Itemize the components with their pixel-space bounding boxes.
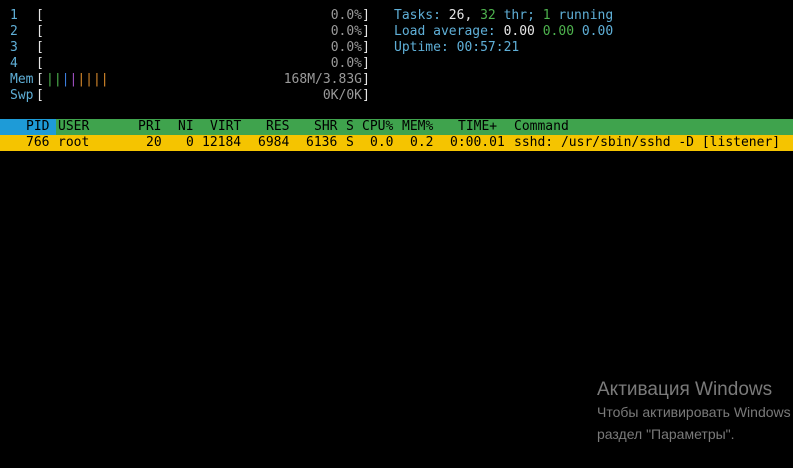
cpu-label: 1 xyxy=(10,8,18,23)
meter-open-bracket: [ xyxy=(36,40,44,55)
meter-close-bracket: ] xyxy=(362,72,370,87)
cell-command: sshd: /usr/sbin/sshd -D [listener] xyxy=(514,135,781,150)
meter-close-bracket: ] xyxy=(362,56,370,71)
cell-shr: 6136 xyxy=(306,135,338,150)
meter-open-bracket: [ xyxy=(36,88,44,103)
cpu-value: 0.0% xyxy=(330,8,362,23)
column-res[interactable]: RES xyxy=(266,119,289,135)
cpu-label: 2 xyxy=(10,24,18,39)
cell-time: 0:00.01 xyxy=(450,135,505,150)
activation-watermark-title: Активация Windows xyxy=(597,379,773,400)
mem-value: 168M/3.83G xyxy=(283,72,362,87)
cell-pid: 766 xyxy=(26,135,50,150)
column-command[interactable]: Command xyxy=(514,119,569,135)
mem-usage-bars: |||||||| xyxy=(46,72,109,87)
column-mem[interactable]: MEM% xyxy=(402,119,433,135)
activation-watermark-line1: Чтобы активировать Windows xyxy=(597,404,791,420)
column-pid[interactable]: PID xyxy=(26,119,49,135)
cpu-meter-3: 3 [ 0.0% ] xyxy=(10,40,370,56)
meter-open-bracket: [ xyxy=(36,56,44,71)
cpu-value: 0.0% xyxy=(330,56,362,71)
htop-terminal: 1 [ 0.0% ] 2 [ 0.0% ] 3 [ 0.0% ] 4 [ 0.0… xyxy=(0,0,793,468)
load-label: Load average: xyxy=(394,24,496,39)
running-label: running xyxy=(558,8,614,23)
activation-watermark-line2: раздел "Параметры". xyxy=(597,426,735,442)
cell-cpu: 0.0 xyxy=(370,135,394,150)
mem-label: Mem xyxy=(10,72,34,87)
load-5min: 0.00 xyxy=(542,24,575,39)
meter-close-bracket: ] xyxy=(362,40,370,55)
cell-ni: 0 xyxy=(186,135,194,150)
column-virt[interactable]: VIRT xyxy=(210,119,241,135)
meter-open-bracket: [ xyxy=(36,8,44,23)
cell-pri: 20 xyxy=(146,135,162,150)
column-pri[interactable]: PRI xyxy=(138,119,161,135)
threads-count: 32 xyxy=(480,8,496,23)
uptime: Uptime: 00:57:21 xyxy=(394,40,519,56)
cpu-meter-4: 4 [ 0.0% ] xyxy=(10,56,370,72)
cpu-value: 0.0% xyxy=(330,24,362,39)
load-average: Load average: 0.00 0.00 0.00 xyxy=(394,24,613,40)
tasks-label: Tasks: xyxy=(394,8,441,23)
threads-label: thr; xyxy=(503,8,535,23)
column-time[interactable]: TIME+ xyxy=(458,119,497,135)
tasks-count: 26, xyxy=(448,8,473,23)
meter-open-bracket: [ xyxy=(36,72,44,87)
column-user[interactable]: USER xyxy=(58,119,89,135)
process-table-header: PID USER PRI NI VIRT RES SHR S CPU% MEM%… xyxy=(0,119,793,135)
meter-close-bracket: ] xyxy=(362,88,370,103)
cell-state: S xyxy=(346,135,354,150)
swap-meter: Swp [ 0K/0K ] xyxy=(10,88,370,104)
tasks-summary: Tasks: 26, 32 thr; 1 running xyxy=(394,8,613,24)
swap-value: 0K/0K xyxy=(322,88,362,103)
cpu-meter-2: 2 [ 0.0% ] xyxy=(10,24,370,40)
cpu-meter-1: 1 [ 0.0% ] xyxy=(10,8,370,24)
table-row[interactable]: 766 root 20 0 12184 6984 6136 S 0.0 0.2 … xyxy=(0,135,793,151)
mem-meter: Mem [ |||||||| 168M/3.83G ] xyxy=(10,72,370,88)
cpu-value: 0.0% xyxy=(330,40,362,55)
column-cpu[interactable]: CPU% xyxy=(362,119,393,135)
column-ni[interactable]: NI xyxy=(178,119,194,135)
cell-user: root xyxy=(58,135,90,150)
swap-label: Swp xyxy=(10,88,34,103)
column-shr[interactable]: SHR xyxy=(314,119,337,135)
meter-close-bracket: ] xyxy=(362,24,370,39)
load-1min: 0.00 xyxy=(503,24,535,39)
meter-open-bracket: [ xyxy=(36,24,44,39)
cpu-label: 3 xyxy=(10,40,18,55)
cpu-label: 4 xyxy=(10,56,18,71)
cell-virt: 12184 xyxy=(202,135,242,150)
cell-res: 6984 xyxy=(258,135,290,150)
meter-close-bracket: ] xyxy=(362,8,370,23)
cell-mem: 0.2 xyxy=(410,135,434,150)
load-15min: 0.00 xyxy=(581,24,614,39)
running-count: 1 xyxy=(542,8,551,23)
uptime-label: Uptime: xyxy=(394,40,449,55)
column-state[interactable]: S xyxy=(346,119,354,135)
uptime-value: 00:57:21 xyxy=(456,40,520,55)
